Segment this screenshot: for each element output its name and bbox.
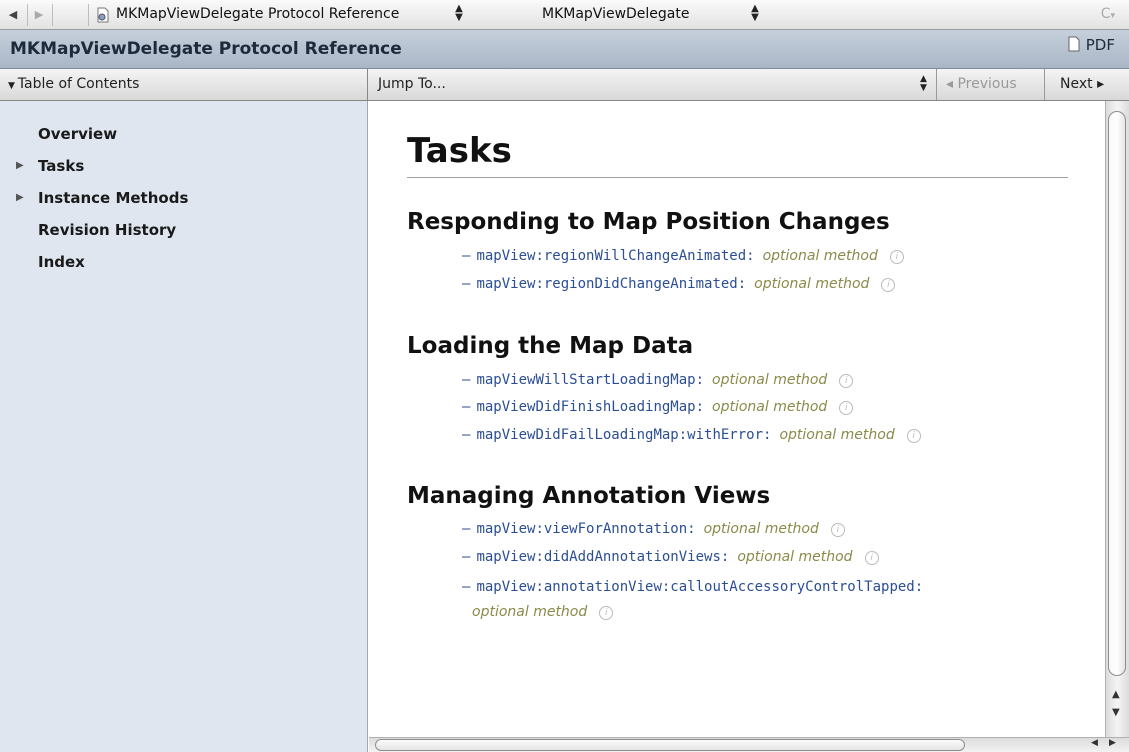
toc-item-index[interactable]: Index: [38, 253, 85, 271]
method-link[interactable]: mapViewWillStartLoadingMap:: [476, 372, 704, 388]
info-icon[interactable]: i: [864, 551, 879, 565]
optional-label: optional method: [712, 372, 828, 388]
bullet-dash: –: [462, 521, 471, 537]
scroll-thumb[interactable]: [375, 739, 965, 751]
updown-arrows-icon[interactable]: ▲ ▼: [750, 4, 760, 23]
task-item: – mapViewWillStartLoadingMap: optional met…: [462, 372, 854, 388]
bullet-dash: –: [462, 427, 471, 443]
task-item: – mapView:didAddAnnotationViews: optional …: [462, 549, 879, 565]
divider: [27, 4, 28, 26]
info-icon[interactable]: i: [839, 401, 854, 415]
pdf-icon: [1068, 36, 1080, 52]
bullet-dash: –: [462, 372, 471, 388]
task-group-title: Managing Annotation Views: [407, 483, 771, 509]
document-content: Tasks Responding to Map Position Changes…: [369, 101, 1105, 737]
horizontal-scrollbar[interactable]: ◀ ▶: [369, 737, 1129, 752]
next-button[interactable]: Next ▸: [1060, 76, 1104, 92]
task-item: – mapViewDidFinishLoadingMap: optional met…: [462, 399, 854, 415]
info-icon[interactable]: i: [599, 606, 614, 620]
scroll-down-arrow-icon[interactable]: ▼: [1112, 707, 1120, 718]
pdf-button[interactable]: PDF: [1068, 36, 1115, 54]
document-icon: [97, 7, 109, 23]
task-group-title: Loading the Map Data: [407, 333, 694, 359]
task-item: – mapViewDidFailLoadingMap:withError: opti…: [462, 427, 921, 443]
scroll-left-arrow-icon[interactable]: ◀: [1091, 738, 1098, 748]
bullet-dash: –: [462, 399, 471, 415]
scroll-right-arrow-icon[interactable]: ▶: [1109, 738, 1116, 748]
top-navigation-bar: ◀ ▶ MKMapViewDelegate Protocol Reference…: [0, 0, 1129, 30]
updown-arrows-icon[interactable]: ▲ ▼: [920, 75, 927, 93]
info-icon[interactable]: i: [830, 523, 845, 537]
method-link[interactable]: mapViewDidFailLoadingMap:withError:: [476, 427, 771, 443]
method-link[interactable]: mapView:annotationView:calloutAccessoryC…: [476, 579, 923, 595]
vertical-scrollbar[interactable]: ▲ ▼: [1105, 101, 1129, 737]
toc-item-instance-methods[interactable]: Instance Methods: [38, 189, 188, 207]
task-group-title: Responding to Map Position Changes: [407, 209, 890, 235]
divider: [936, 69, 937, 100]
optional-label: optional method: [754, 276, 870, 292]
pdf-label: PDF: [1085, 36, 1115, 54]
info-icon[interactable]: i: [881, 278, 896, 292]
toc-item-tasks[interactable]: Tasks: [38, 157, 84, 175]
optional-label: optional method: [762, 248, 878, 264]
method-link[interactable]: mapView:didAddAnnotationViews:: [476, 549, 729, 565]
bullet-dash: –: [462, 276, 471, 292]
disclosure-down-icon: ▼: [8, 81, 18, 91]
task-item: – mapView:viewForAnnotation: optional meth…: [462, 521, 845, 537]
jump-to-menu[interactable]: Jump To...: [378, 76, 446, 92]
table-of-contents-sidebar: Overview ▶ Tasks ▶ Instance Methods Revi…: [0, 101, 368, 752]
heading-rule: [407, 177, 1068, 178]
document-title-bar: MKMapViewDelegate Protocol Reference PDF: [0, 30, 1129, 69]
method-link[interactable]: mapViewDidFinishLoadingMap:: [476, 399, 704, 415]
task-item: – mapView:annotationView:calloutAccessory…: [462, 579, 923, 595]
back-arrow-icon[interactable]: ◀: [4, 5, 22, 25]
navigation-toolbar: ▼ Table of Contents Jump To... ▲ ▼ ◂ Prev…: [0, 69, 1129, 101]
optional-label: optional method: [779, 427, 895, 443]
method-link[interactable]: mapView:viewForAnnotation:: [476, 521, 695, 537]
toc-item-revision-history[interactable]: Revision History: [38, 221, 176, 239]
optional-label: optional method: [712, 399, 828, 415]
optional-label: optional method: [472, 604, 588, 620]
page-title: MKMapViewDelegate Protocol Reference: [10, 39, 402, 59]
info-icon[interactable]: i: [839, 374, 854, 388]
scroll-up-arrow-icon[interactable]: ▲: [1112, 689, 1120, 700]
toc-toggle[interactable]: ▼ Table of Contents: [0, 69, 368, 100]
bullet-dash: –: [462, 549, 471, 565]
scroll-thumb[interactable]: [1108, 111, 1126, 676]
task-item: – mapView:regionWillChangeAnimated: option…: [462, 248, 904, 264]
bullet-dash: –: [462, 579, 471, 595]
optional-label: optional method: [737, 549, 853, 565]
method-link[interactable]: mapView:regionDidChangeAnimated:: [476, 276, 746, 292]
method-link[interactable]: mapView:regionWillChangeAnimated:: [476, 248, 754, 264]
divider: [1044, 69, 1045, 100]
task-item-continuation: optional method i: [472, 604, 614, 620]
toc-item-overview[interactable]: Overview: [38, 125, 117, 143]
toc-header-label: ▼ Table of Contents: [8, 76, 140, 92]
forward-arrow-icon[interactable]: ▶: [30, 5, 48, 25]
optional-label: optional method: [703, 521, 819, 537]
section-heading: Tasks: [407, 131, 512, 171]
symbol-selector[interactable]: MKMapViewDelegate: [542, 6, 690, 22]
info-icon[interactable]: i: [906, 429, 921, 443]
disclosure-triangle-icon[interactable]: ▶: [16, 160, 24, 171]
divider: [88, 4, 89, 26]
reload-icon[interactable]: C▾: [1101, 6, 1115, 22]
updown-arrows-icon[interactable]: ▲ ▼: [454, 4, 464, 23]
task-item: – mapView:regionDidChangeAnimated: optiona…: [462, 276, 896, 292]
info-icon[interactable]: i: [889, 250, 904, 264]
previous-button[interactable]: ◂ Previous: [946, 76, 1017, 92]
bullet-dash: –: [462, 248, 471, 264]
divider: [52, 4, 53, 26]
disclosure-triangle-icon[interactable]: ▶: [16, 192, 24, 203]
document-selector[interactable]: MKMapViewDelegate Protocol Reference: [116, 6, 399, 22]
